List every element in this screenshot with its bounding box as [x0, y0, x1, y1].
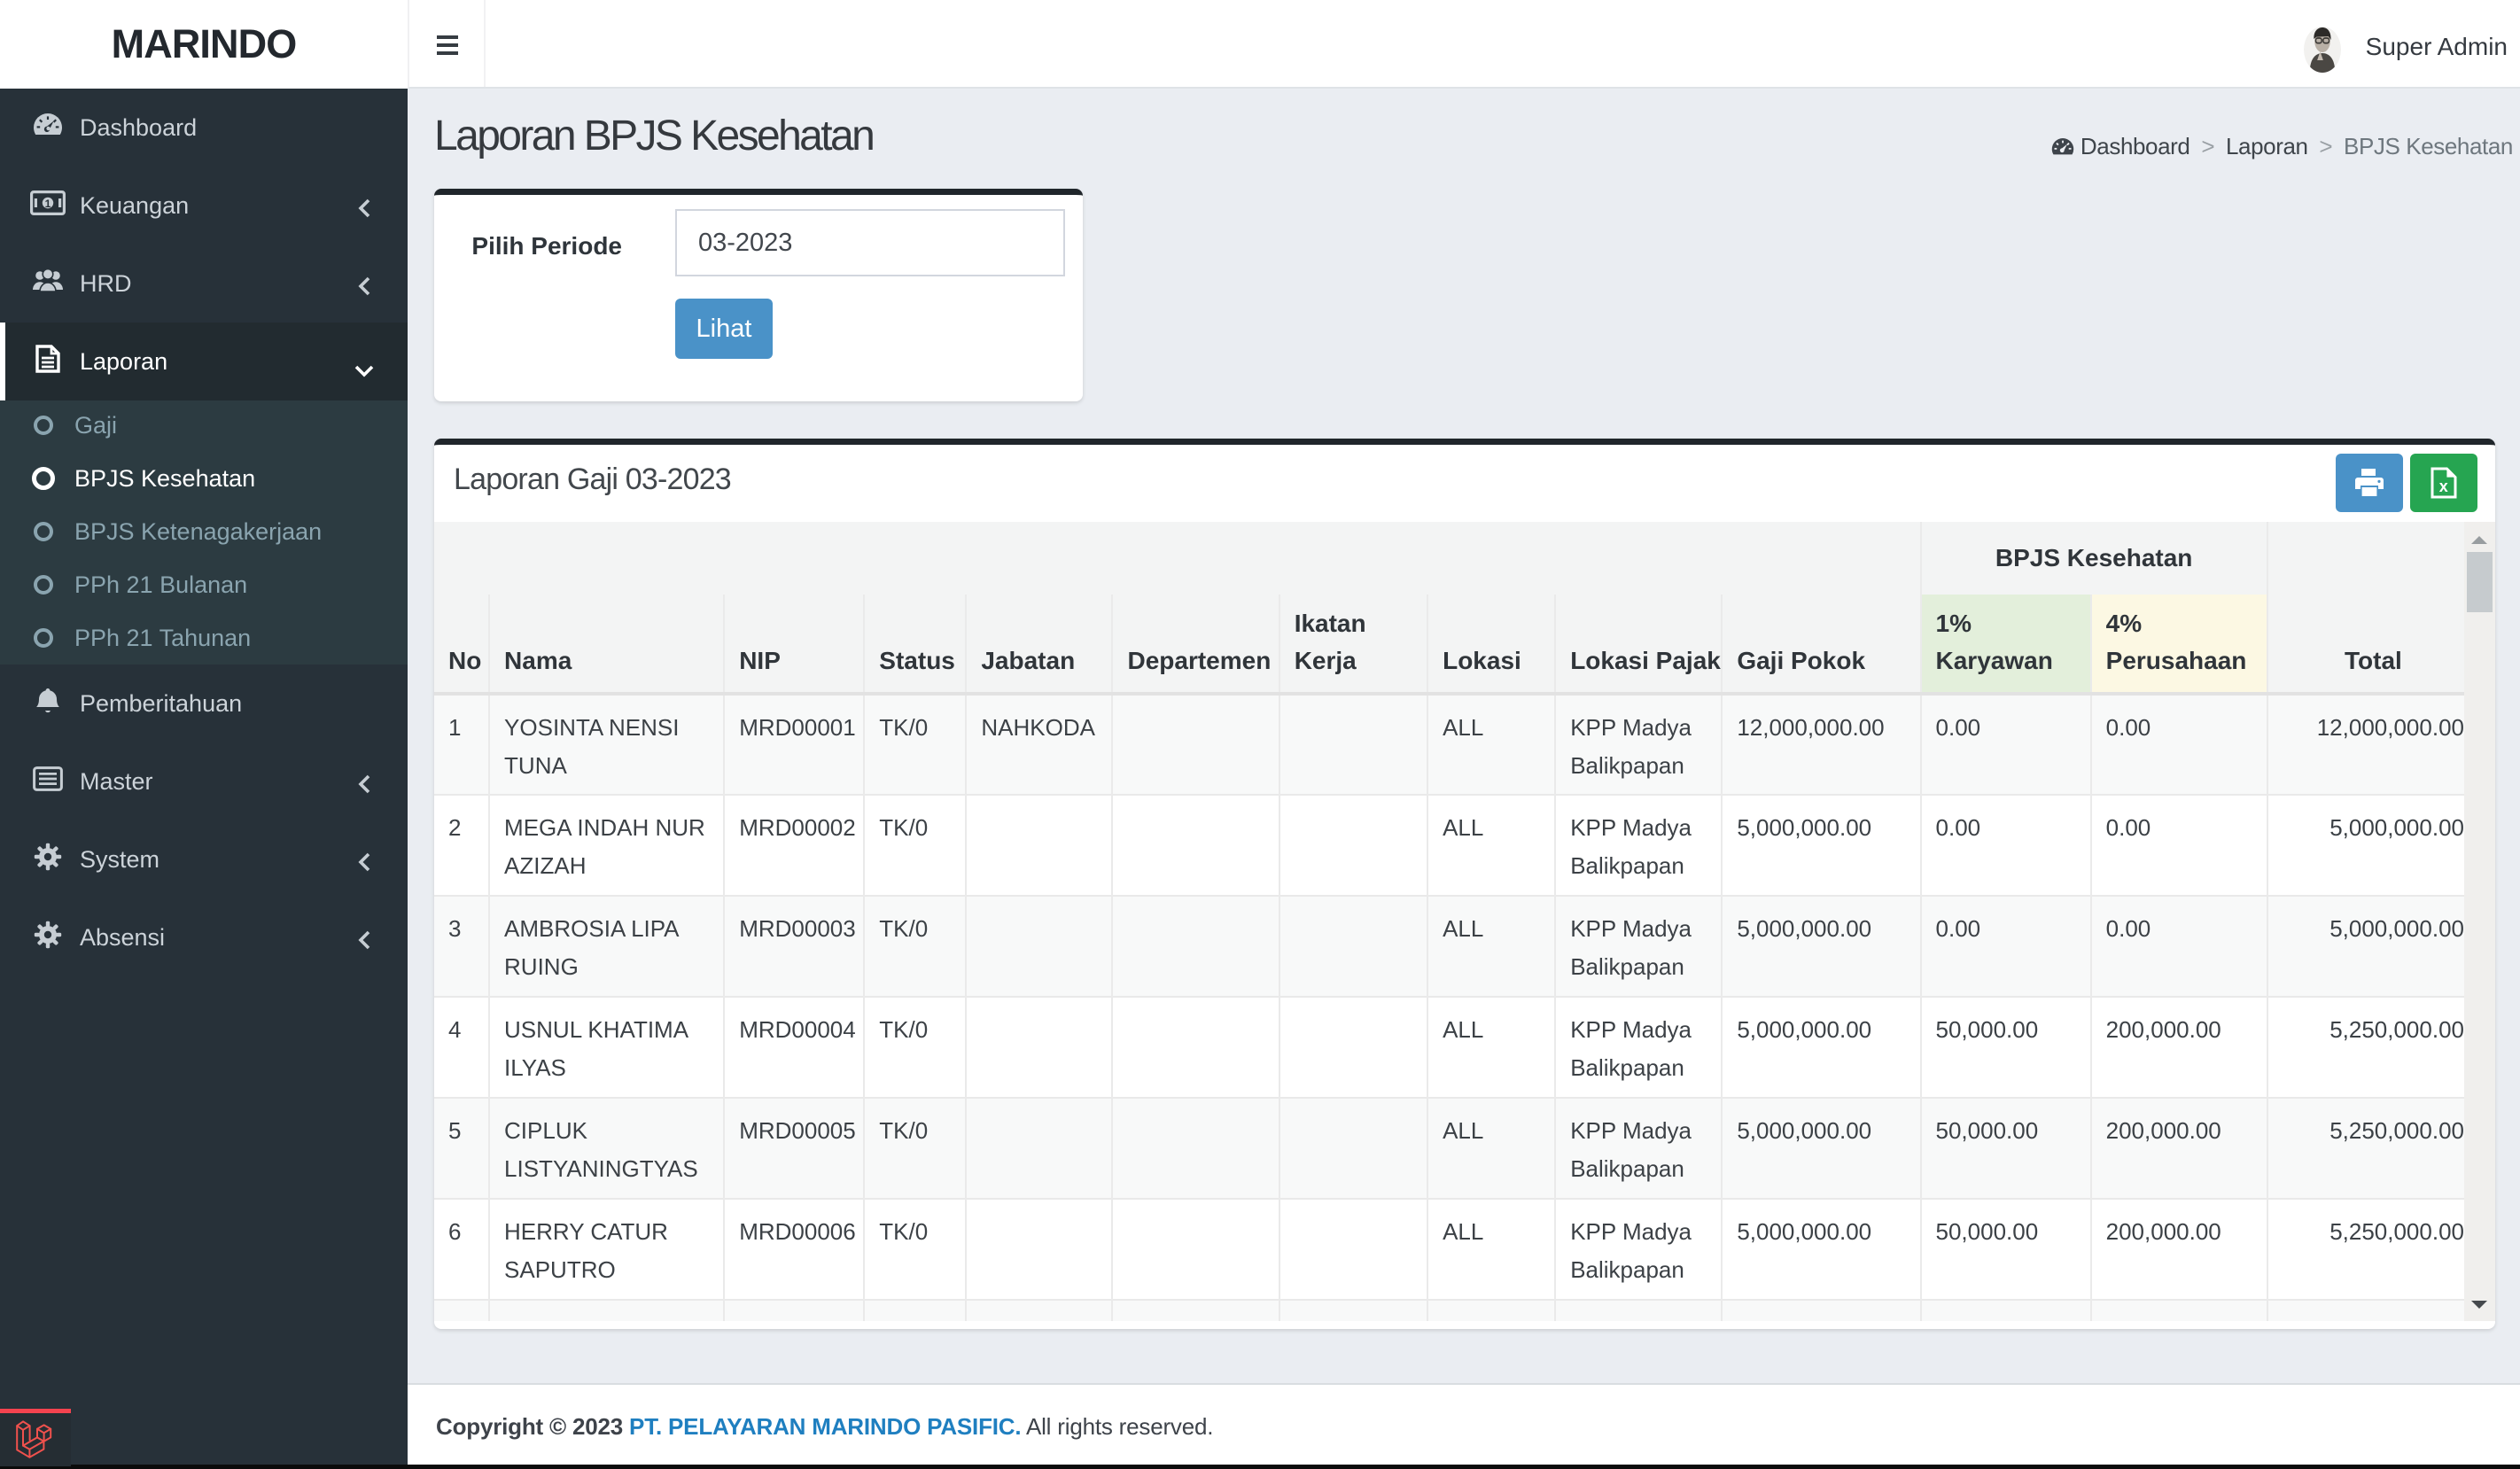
svg-text:1: 1 [45, 197, 51, 209]
svg-text:x: x [2439, 478, 2448, 495]
